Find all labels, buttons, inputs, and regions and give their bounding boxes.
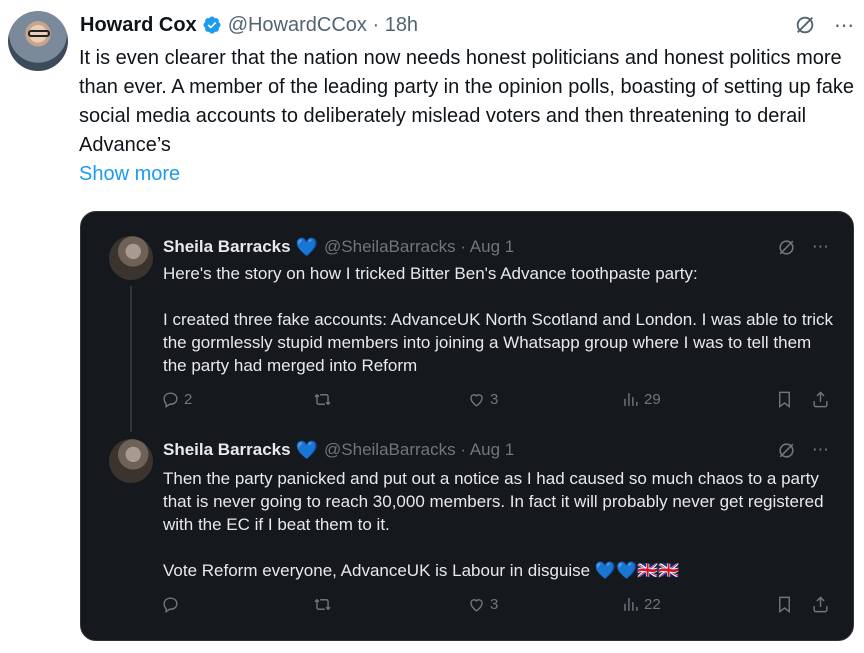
reply-icon [163, 392, 178, 408]
quoted-handle-time[interactable]: @SheilaBarracks · Aug 1 [324, 440, 514, 460]
like-button[interactable]: 3 [467, 390, 498, 409]
repost-icon [314, 393, 331, 406]
more-options-icon[interactable]: ⋯ [812, 237, 829, 257]
thread-connector-line [130, 286, 132, 432]
quoted-post-text: Here's the story on how I tricked Bitter… [163, 264, 834, 375]
reply-count: 2 [184, 391, 193, 408]
view-count: 29 [644, 391, 661, 408]
grok-icon[interactable] [777, 441, 796, 460]
view-count: 22 [644, 596, 661, 613]
views-button[interactable]: 22 [621, 595, 661, 614]
heart-icon [470, 394, 483, 407]
quoted-author-avatar[interactable] [109, 439, 153, 483]
quoted-post-header: Sheila Barracks 💙 @SheilaBarracks · Aug … [163, 236, 829, 258]
repost-button[interactable] [313, 390, 332, 409]
author-handle-time[interactable]: @HowardCCox · 18h [228, 14, 418, 37]
more-options-icon[interactable]: ⋯ [812, 440, 829, 460]
repost-icon [314, 598, 331, 611]
reply-button[interactable] [161, 595, 184, 614]
tweet-header: Howard Cox @HowardCCox · 18h ⋯ [80, 10, 854, 40]
tweet-text: It is even clearer that the nation now n… [79, 47, 854, 156]
quoted-author-name[interactable]: Sheila Barracks [163, 440, 291, 460]
bookmark-icon [779, 596, 790, 614]
quoted-post-actions: ⋯ [777, 237, 829, 257]
quoted-post-header: Sheila Barracks 💙 @SheilaBarracks · Aug … [163, 439, 829, 461]
engagement-bar: 2 3 29 [161, 390, 829, 416]
author-avatar[interactable] [8, 11, 68, 71]
blue-heart-emoji: 💙 [295, 439, 319, 460]
reply-button[interactable]: 2 [161, 390, 192, 409]
quoted-thread-card[interactable]: Sheila Barracks 💙 @SheilaBarracks · Aug … [80, 211, 854, 641]
bookmark-button[interactable] [775, 595, 794, 614]
quoted-author-name[interactable]: Sheila Barracks [163, 237, 291, 257]
like-button[interactable]: 3 [467, 595, 498, 614]
share-button[interactable] [811, 390, 830, 409]
tweet-actions: ⋯ [794, 13, 854, 38]
share-icon [813, 596, 828, 613]
like-count: 3 [490, 391, 499, 408]
bookmark-button[interactable] [775, 390, 794, 409]
grok-icon[interactable] [794, 14, 816, 36]
quoted-post-text: Then the party panicked and put out a no… [163, 469, 824, 580]
grok-icon[interactable] [777, 238, 796, 257]
quoted-post-actions: ⋯ [777, 440, 829, 460]
blue-heart-emoji: 💙 [295, 236, 319, 257]
repost-button[interactable] [313, 595, 332, 614]
show-more-link[interactable]: Show more [79, 163, 180, 186]
views-icon [624, 598, 638, 611]
reply-icon [163, 597, 178, 613]
more-options-icon[interactable]: ⋯ [834, 13, 854, 38]
like-count: 3 [490, 596, 499, 613]
bookmark-icon [779, 391, 790, 409]
quoted-author-avatar[interactable] [109, 236, 153, 280]
author-name[interactable]: Howard Cox [80, 14, 197, 37]
share-button[interactable] [811, 595, 830, 614]
views-icon [624, 393, 638, 406]
share-icon [813, 391, 828, 408]
avatar-glasses [28, 30, 50, 37]
engagement-bar: 3 22 [161, 595, 829, 621]
verified-badge-icon [203, 16, 221, 34]
quoted-handle-time[interactable]: @SheilaBarracks · Aug 1 [324, 237, 514, 257]
views-button[interactable]: 29 [621, 390, 661, 409]
heart-icon [470, 599, 483, 612]
